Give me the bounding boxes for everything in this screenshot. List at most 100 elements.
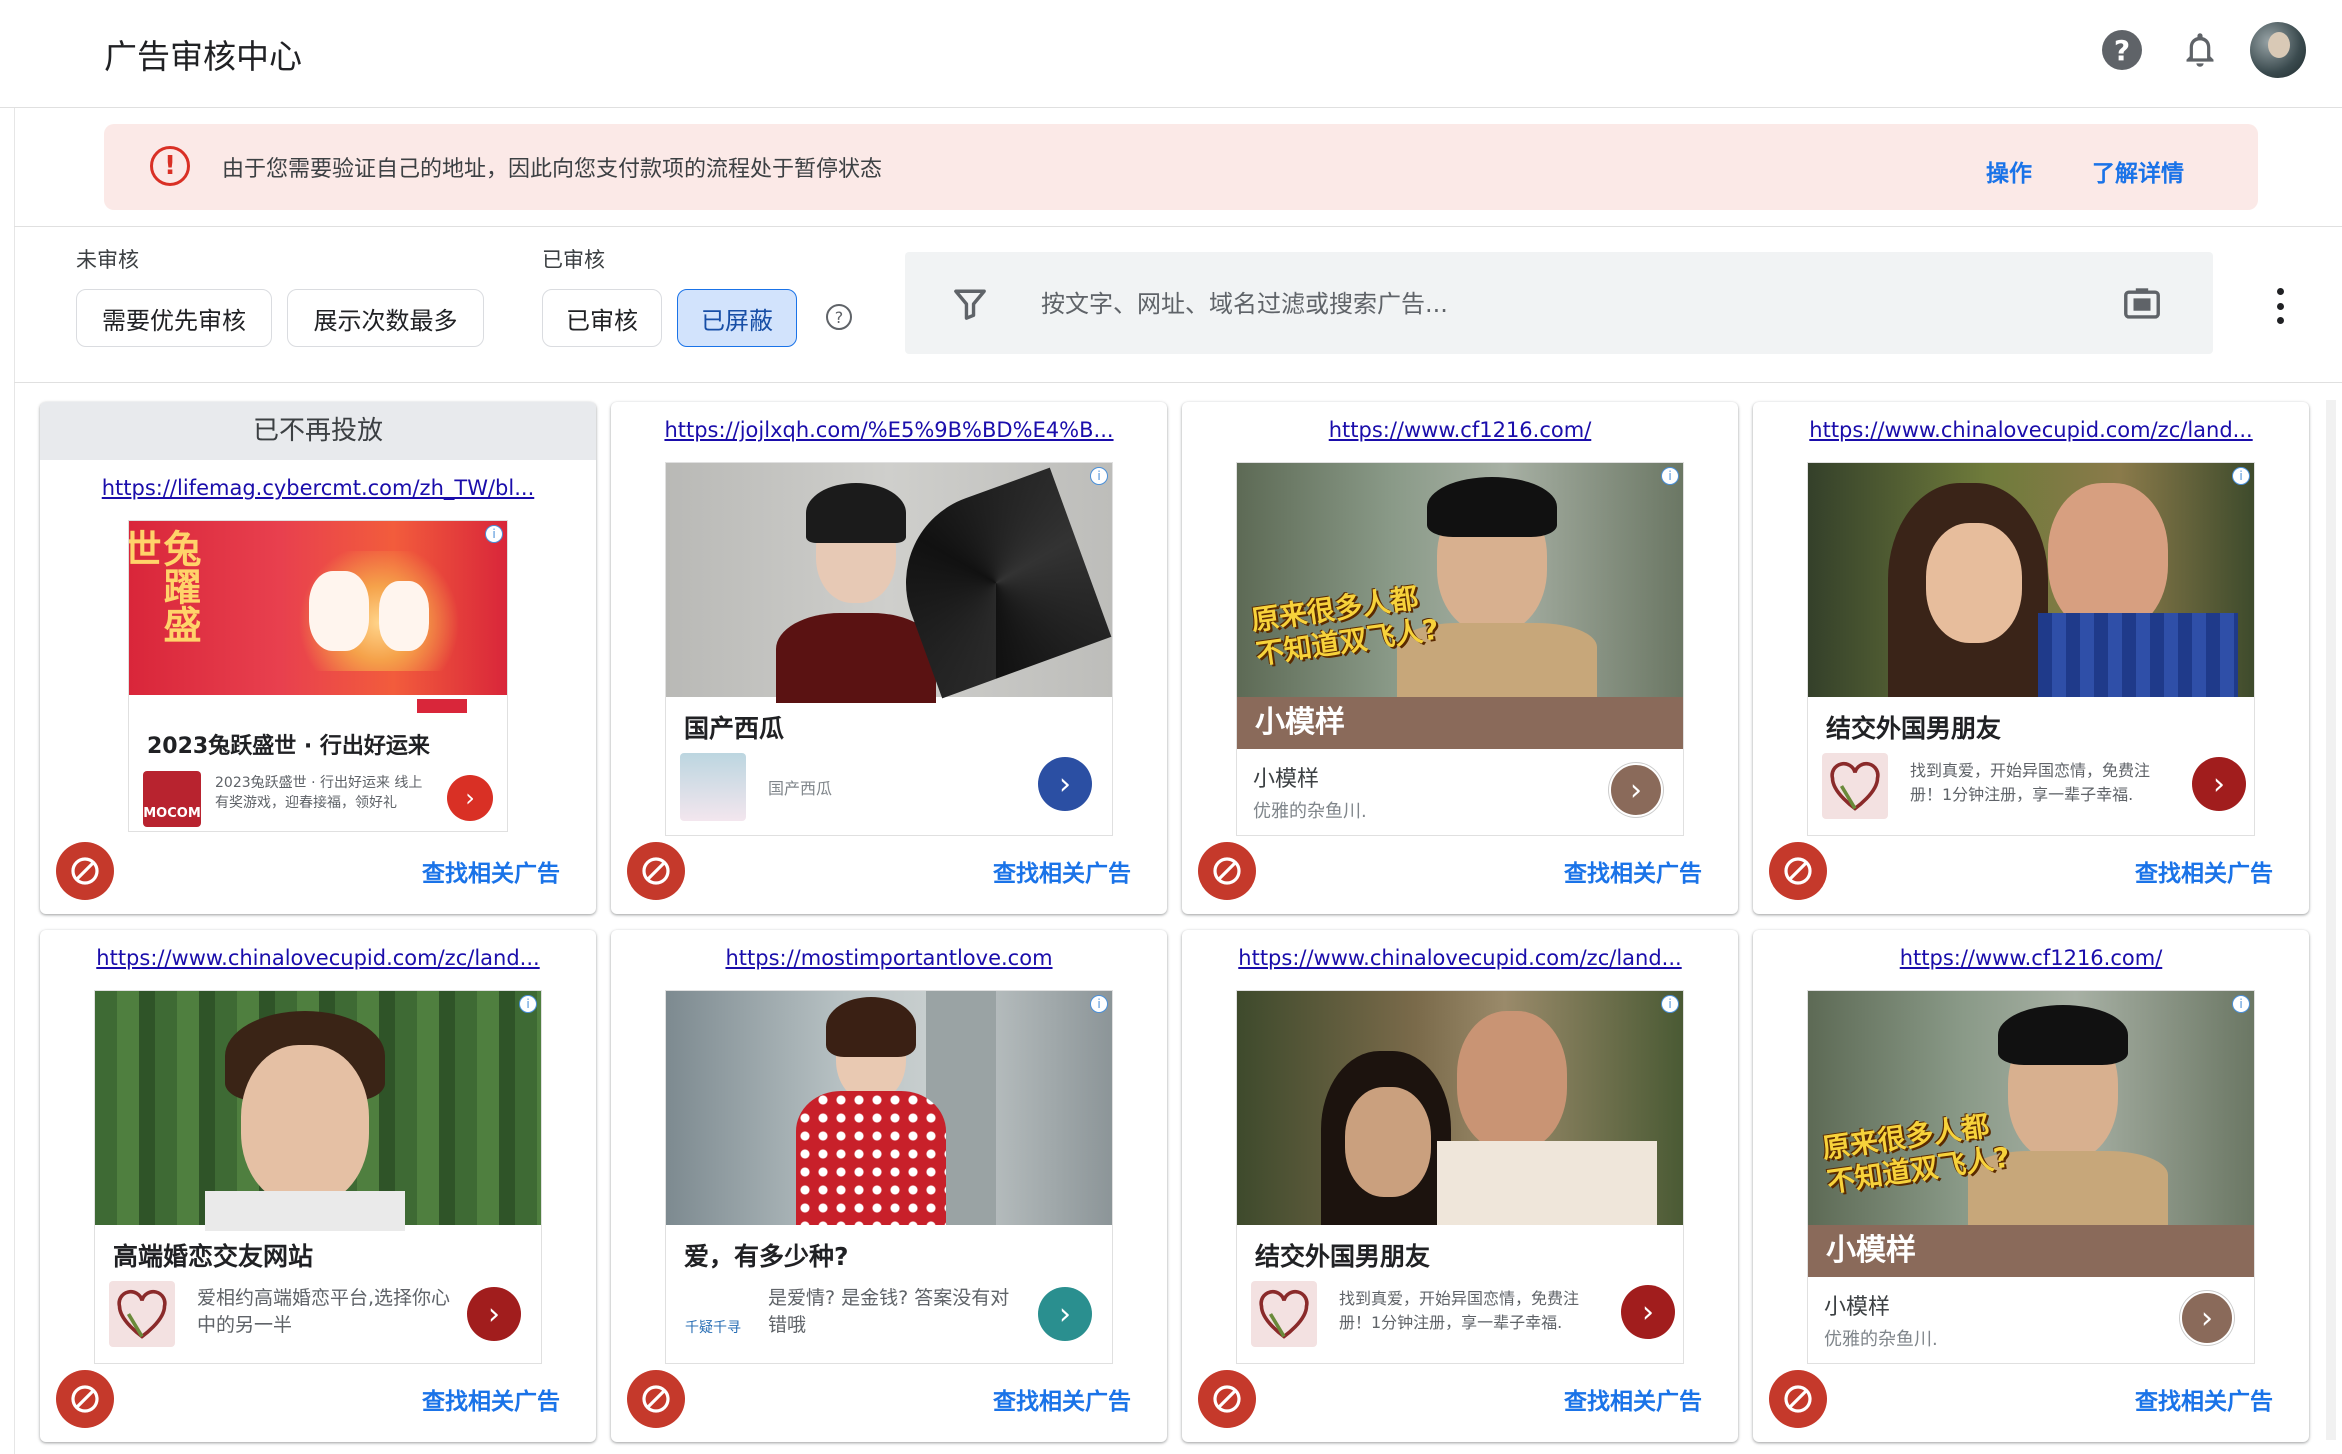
find-related-ads-link[interactable]: 查找相关广告 <box>993 854 1131 888</box>
banner-learn-more-link[interactable]: 了解详情 <box>2092 154 2184 188</box>
ad-thumbnail <box>1251 1281 1317 1347</box>
chevron-right-icon[interactable]: › <box>1038 1287 1092 1341</box>
ad-headline: 高端婚恋交友网站 <box>113 1242 314 1271</box>
find-related-ads-link[interactable]: 查找相关广告 <box>2135 854 2273 888</box>
block-button[interactable] <box>1198 1370 1256 1428</box>
unreviewed-label: 未审核 <box>76 248 139 272</box>
block-button[interactable] <box>1769 842 1827 900</box>
ad-info-icon[interactable]: i <box>1090 995 1108 1013</box>
chip-priority-review[interactable]: 需要优先审核 <box>76 289 272 347</box>
block-icon <box>71 1385 99 1413</box>
notifications-button[interactable] <box>2178 28 2222 72</box>
more-options-button[interactable] <box>2270 288 2290 324</box>
help-circle-icon[interactable]: ? <box>826 304 852 330</box>
chevron-right-icon[interactable]: › <box>2192 757 2246 811</box>
ad-description: 找到真爱，开始异国恋情，免费注册！1分钟注册，享一辈子幸福. <box>1910 761 2151 804</box>
divider <box>14 382 2342 383</box>
ad-headline: 2023兔跃盛世 · 行出好运来 <box>147 734 430 759</box>
ad-info-icon[interactable]: i <box>1661 467 1679 485</box>
ad-info-icon[interactable]: i <box>1090 467 1108 485</box>
find-related-ads-link[interactable]: 查找相关广告 <box>1564 854 1702 888</box>
ad-url-link[interactable]: https://www.cf1216.com/ <box>1753 946 2309 970</box>
ad-card: https://www.cf1216.com/ 原来很多人都不知道双飞人? 小模… <box>1753 930 2309 1442</box>
find-related-ads-link[interactable]: 查找相关广告 <box>993 1382 1131 1416</box>
ad-url-link[interactable]: https://mostimportantlove.com <box>611 946 1167 970</box>
ad-url-link[interactable]: https://www.chinalovecupid.com/zc/land..… <box>1753 418 2309 442</box>
ad-card: https://www.chinalovecupid.com/zc/land..… <box>1753 402 2309 914</box>
ad-info-icon[interactable]: i <box>2232 467 2250 485</box>
ad-title: 小模样 <box>1253 767 1320 792</box>
ad-creative[interactable]: i 结交外国男朋友 找到真爱，开始异国恋情，免费注册！1分钟注册，享一辈子幸福.… <box>1807 462 2255 836</box>
ad-url-link[interactable]: https://jojlxqh.com/%E5%9B%BD%E4%B... <box>611 418 1167 442</box>
find-related-ads-link[interactable]: 查找相关广告 <box>2135 1382 2273 1416</box>
banner-message: 由于您需要验证自己的地址，因此向您支付款项的流程处于暂停状态 <box>222 157 883 182</box>
avatar[interactable] <box>2250 22 2306 78</box>
ad-thumbnail <box>109 1281 175 1347</box>
ad-url-link[interactable]: https://www.cf1216.com/ <box>1182 418 1738 442</box>
ad-creative[interactable]: 原来很多人都不知道双飞人? 小模样 i 小模样 优雅的杂鱼川. › <box>1236 462 1684 836</box>
chip-blocked[interactable]: 已屏蔽 <box>677 289 797 347</box>
screenshot-icon[interactable] <box>2123 286 2161 320</box>
app-title: 广告审核中心 <box>104 37 302 76</box>
ad-info-icon[interactable]: i <box>2232 995 2250 1013</box>
find-related-ads-link[interactable]: 查找相关广告 <box>422 854 560 888</box>
ad-url-link[interactable]: https://www.chinalovecupid.com/zc/land..… <box>40 946 596 970</box>
banner-action-link[interactable]: 操作 <box>1986 154 2032 188</box>
ad-image <box>1808 463 2254 697</box>
chevron-right-icon[interactable]: › <box>1621 1285 1675 1339</box>
ad-info-icon[interactable]: i <box>485 525 503 543</box>
chevron-right-icon[interactable]: › <box>467 1287 521 1341</box>
filter-icon[interactable] <box>953 288 987 320</box>
ad-creative[interactable]: i 结交外国男朋友 找到真爱，开始异国恋情，免费注册！1分钟注册，享一辈子幸福.… <box>1236 990 1684 1364</box>
find-related-ads-link[interactable]: 查找相关广告 <box>1564 1382 1702 1416</box>
help-button[interactable]: ? <box>2100 28 2144 72</box>
ad-info-icon[interactable]: i <box>1661 995 1679 1013</box>
chevron-right-icon[interactable]: › <box>447 775 493 821</box>
heart-logo-icon <box>117 1289 167 1339</box>
block-icon <box>642 1385 670 1413</box>
ad-description: 是爱情? 是金钱? 答案没有对错哦 <box>768 1287 1010 1336</box>
ad-description: 优雅的杂鱼川. <box>1824 1329 1938 1350</box>
ad-description: 优雅的杂鱼川. <box>1253 801 1367 822</box>
reviewed-label: 已审核 <box>542 248 605 272</box>
ad-url-link[interactable]: https://lifemag.cybercmt.com/zh_TW/bl... <box>40 476 596 500</box>
ad-creative[interactable]: 原来很多人都不知道双飞人? 小模样 i 小模样 优雅的杂鱼川. › <box>1807 990 2255 1364</box>
ad-brand-bar: 小模样 <box>1237 697 1683 749</box>
left-rule <box>14 0 15 1454</box>
ad-description: 找到真爱，开始异国恋情，免费注册！1分钟注册，享一辈子幸福. <box>1339 1289 1580 1332</box>
search-input[interactable] <box>1039 278 2039 330</box>
block-button[interactable] <box>1198 842 1256 900</box>
block-button[interactable] <box>56 1370 114 1428</box>
ad-creative[interactable]: i 高端婚恋交友网站 爱相约高端婚恋平台,选择你心中的另一半 › <box>94 990 542 1364</box>
block-icon <box>1213 857 1241 885</box>
ad-card: https://www.cf1216.com/ 原来很多人都不知道双飞人? 小模… <box>1182 402 1738 914</box>
ad-info-icon[interactable]: i <box>519 995 537 1013</box>
ad-card: https://www.chinalovecupid.com/zc/land..… <box>40 930 596 1442</box>
chip-most-impressions[interactable]: 展示次数最多 <box>287 289 484 347</box>
heart-logo-icon <box>1259 1289 1309 1339</box>
ad-status-label: 已不再投放 <box>40 402 596 460</box>
chevron-right-icon[interactable]: › <box>1038 757 1092 811</box>
scrollbar[interactable] <box>2326 400 2336 1440</box>
block-button[interactable] <box>1769 1370 1827 1428</box>
ad-creative[interactable]: i 国产西瓜 国产西瓜 › <box>665 462 1113 836</box>
chevron-right-icon[interactable]: › <box>2180 1291 2234 1345</box>
warning-icon: ! <box>150 146 190 186</box>
block-icon <box>1784 1385 1812 1413</box>
bell-icon <box>2186 33 2214 67</box>
block-icon <box>1784 857 1812 885</box>
help-icon: ? <box>2102 30 2142 70</box>
ad-creative[interactable]: 兔躍盛世 i 2023兔跃盛世 · 行出好运来 MOCOM 2023兔跃盛世 ·… <box>128 520 508 832</box>
find-related-ads-link[interactable]: 查找相关广告 <box>422 1382 560 1416</box>
ad-image: 兔躍盛世 <box>129 521 507 717</box>
block-button[interactable] <box>627 1370 685 1428</box>
ad-url-link[interactable]: https://www.chinalovecupid.com/zc/land..… <box>1182 946 1738 970</box>
chip-reviewed[interactable]: 已审核 <box>542 289 662 347</box>
ad-image <box>95 991 541 1231</box>
block-button[interactable] <box>627 842 685 900</box>
ad-creative[interactable]: i 爱，有多少种? 千疑千寻 是爱情? 是金钱? 答案没有对错哦 › <box>665 990 1113 1364</box>
ad-thumbnail <box>680 753 746 821</box>
chevron-right-icon[interactable]: › <box>1609 763 1663 817</box>
block-button[interactable] <box>56 842 114 900</box>
divider <box>14 226 2342 227</box>
